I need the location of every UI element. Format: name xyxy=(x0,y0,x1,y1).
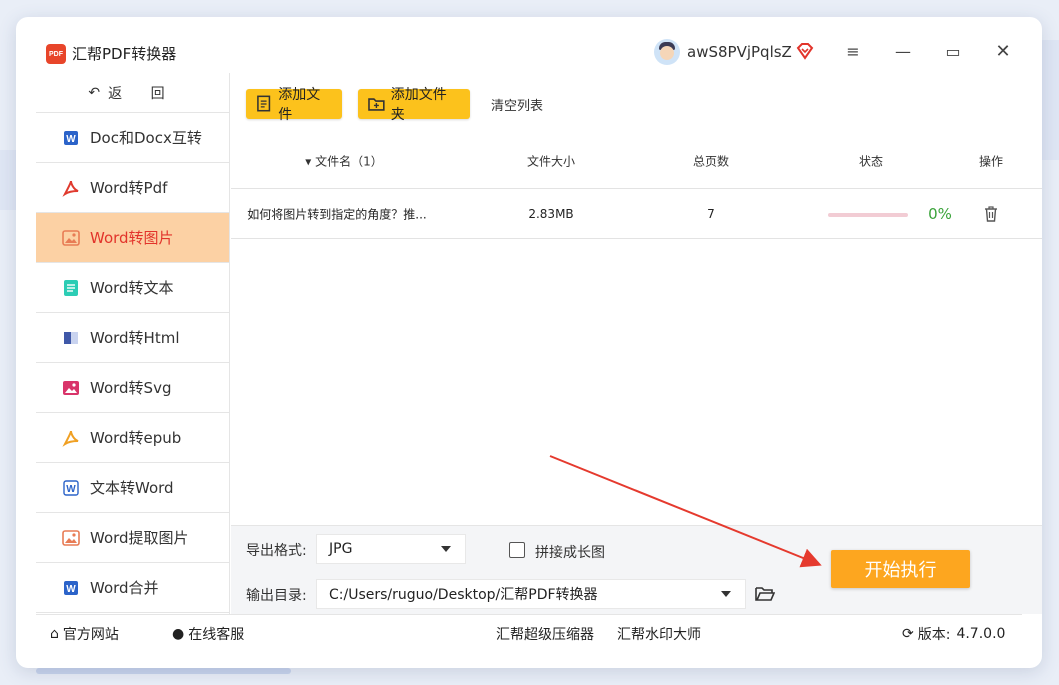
sidebar-item-label: Doc和Docx互转 xyxy=(90,129,202,147)
header-pages: 总页数 xyxy=(692,154,730,168)
sidebar-item-1[interactable]: Word转Pdf xyxy=(36,163,229,213)
pdf-icon xyxy=(62,179,80,197)
version-info[interactable]: ⟳ 版本: 4.7.0.0 xyxy=(902,624,1005,644)
back-label: 返 回 xyxy=(108,85,177,102)
footer: ⌂ 官方网站 ● 在线客服 汇帮超级压缩器 汇帮水印大师 ⟳ 版本: 4.7.0… xyxy=(36,614,1022,650)
folder-open-icon[interactable] xyxy=(755,585,775,603)
svg-text:W: W xyxy=(66,134,76,145)
epub-icon xyxy=(62,429,80,447)
svg-text:W: W xyxy=(66,484,76,495)
format-value: JPG xyxy=(329,541,353,557)
sidebar-item-3[interactable]: Word转文本 xyxy=(36,263,229,313)
sidebar-item-label: 文本转Word xyxy=(90,479,174,497)
sidebar-item-label: Word转Svg xyxy=(90,379,172,397)
vip-diamond-icon[interactable] xyxy=(795,41,815,61)
sidebar-item-7[interactable]: W 文本转Word xyxy=(36,463,229,513)
svg-icon xyxy=(62,379,80,397)
dir-label: 输出目录: xyxy=(246,588,307,604)
sidebar-item-label: Word转epub xyxy=(90,429,182,447)
app-title: 汇帮PDF转换器 xyxy=(72,45,177,63)
watermark-link[interactable]: 汇帮水印大师 xyxy=(617,624,701,644)
minimize-icon[interactable]: — xyxy=(889,39,917,63)
add-folder-icon xyxy=(368,98,385,111)
sidebar-item-label: Word转Html xyxy=(90,329,180,347)
website-link[interactable]: ⌂ 官方网站 xyxy=(50,624,119,644)
sidebar-item-6[interactable]: Word转epub xyxy=(36,413,229,463)
text-icon xyxy=(62,279,80,297)
header-status: 状态 xyxy=(858,154,884,168)
svg-text:W: W xyxy=(66,584,76,595)
version-number: 4.7.0.0 xyxy=(956,626,1006,642)
output-dir-select[interactable]: C:/Users/ruguo/Desktop/汇帮PDF转换器 xyxy=(316,579,746,609)
maximize-icon[interactable]: ▭ xyxy=(939,39,967,63)
home-icon: ⌂ xyxy=(50,626,59,642)
avatar[interactable] xyxy=(654,39,680,65)
format-select[interactable]: JPG xyxy=(316,534,466,564)
progress-bar xyxy=(828,213,908,217)
chevron-down-icon xyxy=(441,546,451,552)
sidebar-item-label: Word合并 xyxy=(90,579,159,597)
close-icon[interactable]: ✕ xyxy=(989,39,1017,63)
support-label: 在线客服 xyxy=(188,627,245,643)
title-bar: PDF 汇帮PDF转换器 awS8PVjPqlsZ ≡ — ▭ ✕ xyxy=(16,17,1042,73)
table-header: ▾ 文件名（1） 文件大小 总页数 状态 操作 xyxy=(231,133,1042,189)
clear-list-button[interactable]: 清空列表 xyxy=(491,95,543,114)
sidebar-item-2[interactable]: Word转图片 xyxy=(36,213,229,263)
table-row[interactable]: 如何将图片转到指定的角度？推... 2.83MB 7 0% xyxy=(231,189,1042,239)
compressor-link[interactable]: 汇帮超级压缩器 xyxy=(496,624,594,644)
chevron-down-icon xyxy=(721,591,731,597)
header-filesize: 文件大小 xyxy=(526,154,576,168)
sidebar-item-0[interactable]: W Doc和Docx互转 xyxy=(36,113,229,163)
support-link[interactable]: ● 在线客服 xyxy=(172,624,244,644)
app-logo-icon: PDF xyxy=(46,44,66,64)
row-filename: 如何将图片转到指定的角度？推... xyxy=(247,207,427,221)
sidebar-item-label: Word转文本 xyxy=(90,279,174,297)
sidebar-item-label: Word提取图片 xyxy=(90,529,189,547)
add-folder-label: 添加文件夹 xyxy=(390,87,447,123)
output-dir-value: C:/Users/ruguo/Desktop/汇帮PDF转换器 xyxy=(329,587,598,603)
image-icon xyxy=(62,229,80,247)
row-pages: 7 xyxy=(707,206,715,221)
add-file-label: 添加文件 xyxy=(278,87,321,123)
refresh-icon: ⟳ xyxy=(902,626,914,642)
row-filesize: 2.83MB xyxy=(528,206,574,221)
word-outline-icon: W xyxy=(62,479,80,497)
stitch-checkbox[interactable] xyxy=(509,542,525,558)
add-folder-button[interactable]: 添加文件夹 xyxy=(358,87,470,123)
sidebar-item-4[interactable]: Word转Html xyxy=(36,313,229,363)
progress-percent: 0% xyxy=(928,204,952,223)
toolbar: 添加文件 添加文件夹 清空列表 xyxy=(231,73,1042,133)
background-shape xyxy=(36,668,291,674)
sidebar-item-label: Word转图片 xyxy=(90,229,174,247)
sidebar-item-8[interactable]: Word提取图片 xyxy=(36,513,229,563)
website-label: 官方网站 xyxy=(62,627,119,643)
html-icon xyxy=(62,329,80,347)
username[interactable]: awS8PVjPqlsZ xyxy=(687,42,792,62)
add-file-icon xyxy=(257,95,271,112)
header-filename[interactable]: ▾ 文件名（1） xyxy=(305,152,382,169)
main-panel: 添加文件 添加文件夹 清空列表 ▾ 文件名（1） 文件大小 总页数 状态 操作 … xyxy=(231,73,1042,614)
format-label: 导出格式: xyxy=(246,543,307,559)
back-button[interactable]: ↶ 返 回 xyxy=(36,73,229,113)
word-icon: W xyxy=(62,129,80,147)
sidebar-item-label: Word转Pdf xyxy=(90,179,168,197)
add-file-button[interactable]: 添加文件 xyxy=(246,87,342,123)
sidebar-item-9[interactable]: W Word合并 xyxy=(36,563,229,613)
user-support-icon: ● xyxy=(172,626,185,642)
stitch-label[interactable]: 拼接成长图 xyxy=(535,542,605,562)
version-label: 版本: xyxy=(917,627,951,643)
sidebar: ↶ 返 回 W Doc和Docx互转 Word转Pdf Word转图片 Word转文本 W… xyxy=(36,73,230,614)
app-window: PDF 汇帮PDF转换器 awS8PVjPqlsZ ≡ — ▭ ✕ ↶ 返 回 … xyxy=(16,17,1042,668)
output-settings: 导出格式: JPG 拼接成长图 输出目录: C:/Users/ruguo/Des… xyxy=(231,525,1042,614)
start-button[interactable]: 开始执行 xyxy=(831,550,970,588)
header-action: 操作 xyxy=(978,154,1004,168)
back-arrow-icon: ↶ xyxy=(88,84,101,101)
menu-icon[interactable]: ≡ xyxy=(839,39,867,63)
sidebar-item-5[interactable]: Word转Svg xyxy=(36,363,229,413)
word-icon: W xyxy=(62,579,80,597)
extract-image-icon xyxy=(62,529,80,547)
trash-icon[interactable] xyxy=(984,206,998,222)
